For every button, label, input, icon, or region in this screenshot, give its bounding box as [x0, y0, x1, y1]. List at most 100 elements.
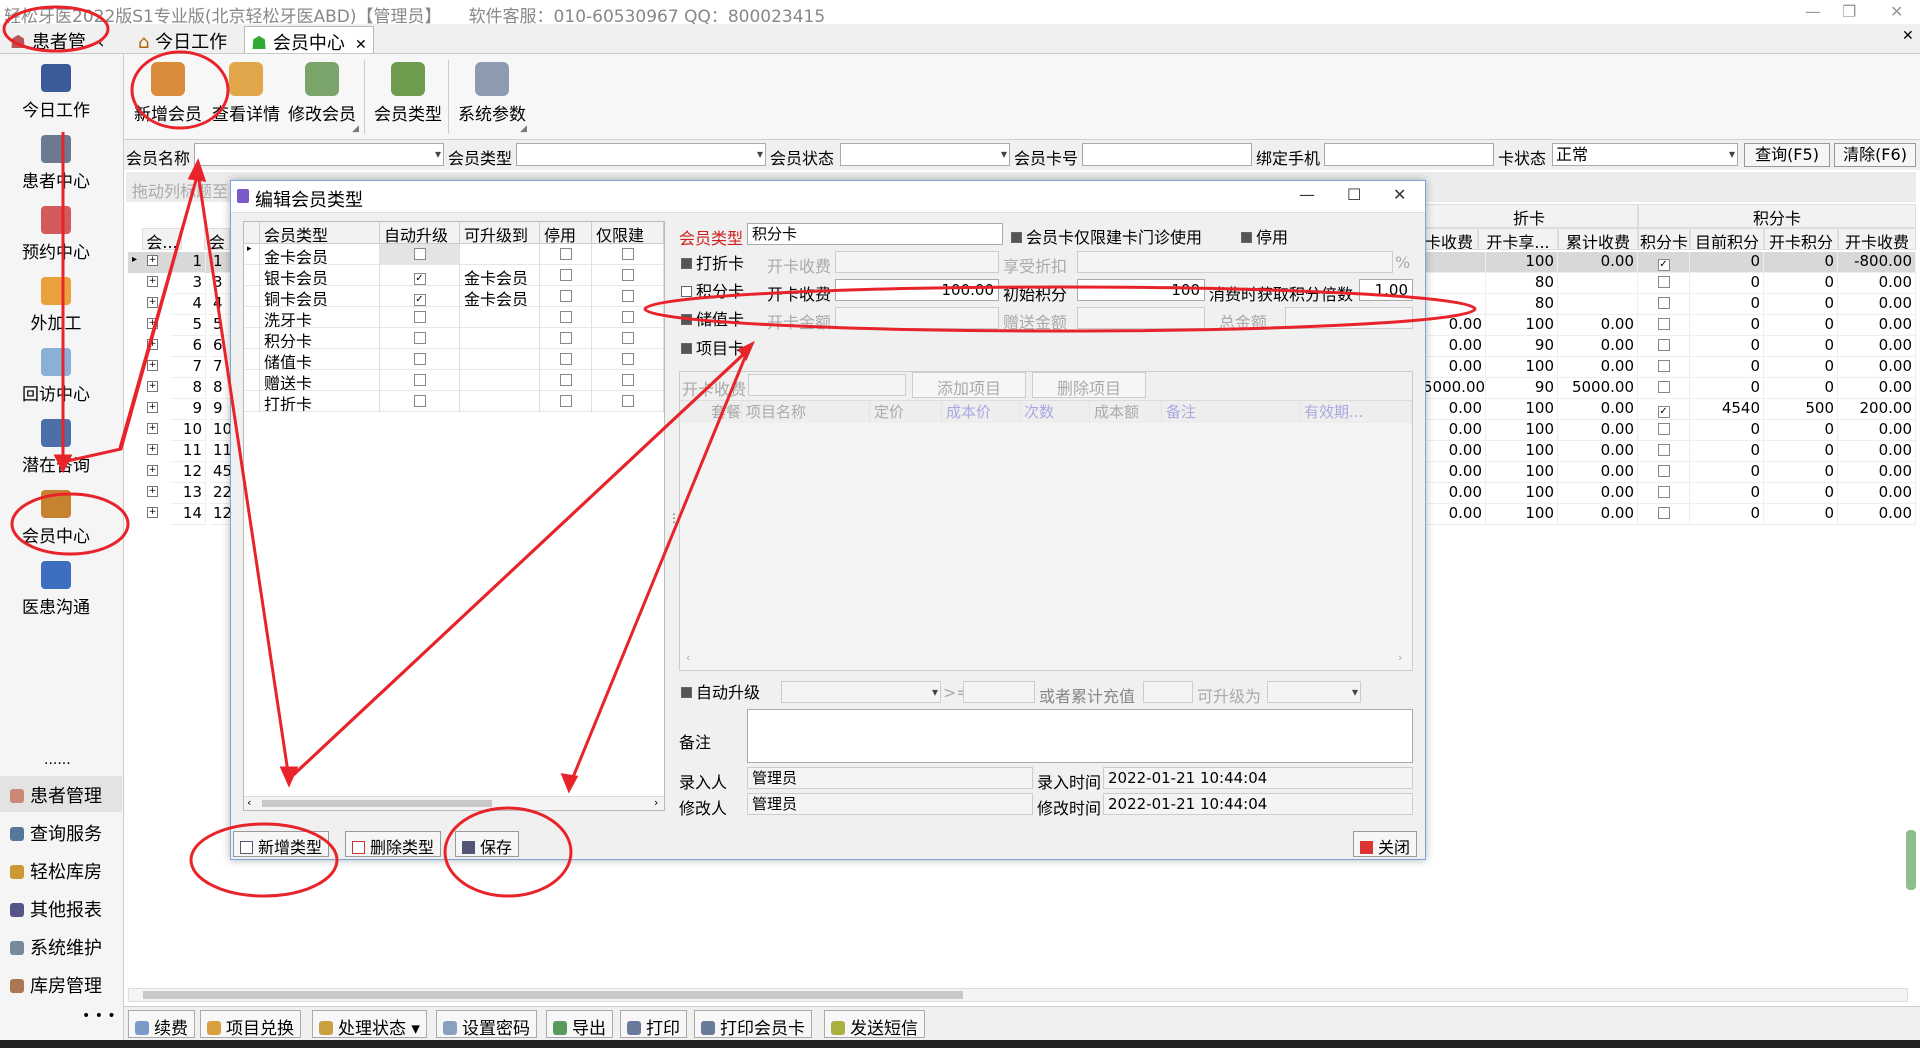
- column-header[interactable]: 卡收费: [1420, 228, 1478, 250]
- upgrade-condition-select[interactable]: [781, 681, 941, 703]
- member-type-select[interactable]: [516, 143, 766, 166]
- table-row[interactable]: 铜卡会员 ✓ 金卡会员: [244, 286, 664, 307]
- delete-item-button[interactable]: 删除项目: [1032, 372, 1146, 398]
- clear-button[interactable]: 清除(F6): [1834, 143, 1916, 167]
- close-dialog-icon[interactable]: ✕: [1393, 185, 1406, 204]
- checkbox-icon[interactable]: [1657, 276, 1670, 288]
- item-column-header[interactable]: 套餐: [680, 401, 742, 423]
- group-expand-icon[interactable]: ◢: [520, 124, 527, 134]
- checkbox-icon[interactable]: [1657, 339, 1670, 351]
- open-amount-input[interactable]: [835, 307, 999, 329]
- view-details-button[interactable]: 查看详情: [212, 62, 280, 125]
- checkbox-icon[interactable]: [1657, 318, 1670, 330]
- column-header[interactable]: 停用: [540, 222, 592, 244]
- member-type-name-input[interactable]: 积分卡: [747, 223, 1003, 245]
- restore-icon[interactable]: ❐: [1842, 2, 1856, 21]
- table-row[interactable]: 洗牙卡: [244, 307, 664, 328]
- checkbox-icon[interactable]: [559, 395, 572, 407]
- column-header[interactable]: 开卡收费: [1838, 228, 1916, 250]
- expand-icon[interactable]: +: [147, 318, 158, 329]
- sidebar-toggle[interactable]: ☗ 患者管 ‹: [4, 26, 111, 53]
- checkbox-icon[interactable]: [559, 269, 572, 281]
- checkbox-icon[interactable]: [1657, 444, 1670, 456]
- note-textarea[interactable]: [747, 709, 1413, 763]
- item-column-header[interactable]: 定价: [870, 401, 942, 423]
- redeem-items-button[interactable]: 项目兑换: [200, 1010, 301, 1039]
- item-column-header[interactable]: 备注: [1162, 401, 1300, 423]
- expand-icon[interactable]: +: [147, 381, 158, 392]
- renew-button[interactable]: 续费: [128, 1010, 195, 1039]
- send-sms-button[interactable]: 发送短信: [824, 1010, 925, 1039]
- print-button[interactable]: 打印: [620, 1010, 687, 1039]
- checkbox-icon[interactable]: [559, 248, 572, 260]
- checkbox-icon[interactable]: ✓: [413, 294, 426, 306]
- item-column-header[interactable]: 成本额: [1090, 401, 1162, 423]
- column-header[interactable]: 可升级到: [460, 222, 540, 244]
- sidebar-item-today-work[interactable]: 今日工作: [0, 64, 112, 121]
- expand-icon[interactable]: +: [147, 255, 158, 266]
- card-status-select[interactable]: 正常: [1552, 143, 1738, 166]
- discount-card-checkbox[interactable]: 打折卡: [681, 250, 744, 274]
- expand-icon[interactable]: +: [147, 276, 158, 287]
- item-column-header[interactable]: 成本价: [942, 401, 1020, 423]
- checkbox-icon[interactable]: [1657, 486, 1670, 498]
- points-open-fee-input[interactable]: 100.00: [835, 279, 999, 301]
- column-header[interactable]: 累计收费: [1558, 228, 1638, 250]
- close-window-icon[interactable]: ✕: [1890, 2, 1903, 21]
- process-status-dropdown[interactable]: 处理状态 ▾: [312, 1010, 427, 1039]
- column-header[interactable]: 目前积分: [1690, 228, 1764, 250]
- column-header[interactable]: 开卡积分: [1764, 228, 1838, 250]
- member-status-select[interactable]: [840, 143, 1010, 166]
- expand-icon[interactable]: +: [147, 339, 158, 350]
- group-warehouse-management[interactable]: 库房管理: [0, 966, 122, 1002]
- dialog-title-bar[interactable]: 编辑会员类型 — ☐ ✕: [231, 181, 1425, 213]
- checkbox-icon[interactable]: [621, 248, 634, 260]
- checkbox-icon[interactable]: [413, 332, 426, 344]
- item-column-header[interactable]: 次数: [1020, 401, 1090, 423]
- checkbox-icon[interactable]: [1657, 423, 1670, 435]
- gift-amount-input[interactable]: [1077, 307, 1205, 329]
- horizontal-scrollbar[interactable]: ‹ ›: [244, 796, 664, 810]
- expand-icon[interactable]: +: [147, 297, 158, 308]
- group-other-reports[interactable]: 其他报表: [0, 890, 122, 926]
- checkbox-icon[interactable]: [1657, 360, 1670, 372]
- member-name-input[interactable]: [194, 143, 444, 166]
- checkbox-icon[interactable]: [621, 353, 634, 365]
- member-type-button[interactable]: 会员类型: [374, 62, 442, 125]
- discount-open-fee-input[interactable]: [835, 251, 999, 273]
- checkbox-icon[interactable]: [621, 290, 634, 302]
- upgrade-to-select[interactable]: [1267, 681, 1361, 703]
- item-column-header[interactable]: 项目名称: [742, 401, 870, 423]
- expand-icon[interactable]: +: [147, 360, 158, 371]
- checkbox-icon[interactable]: [621, 374, 634, 386]
- expand-icon[interactable]: +: [147, 444, 158, 455]
- tab-today-work[interactable]: ⌂ 今日工作: [132, 26, 233, 53]
- checkbox-icon[interactable]: [559, 311, 572, 323]
- table-row[interactable]: 银卡会员 ✓ 金卡会员: [244, 265, 664, 286]
- checkbox-icon[interactable]: [559, 374, 572, 386]
- column-header[interactable]: 自动升级: [380, 222, 460, 244]
- sidebar-item-followup[interactable]: 回访中心: [0, 348, 112, 405]
- delete-type-button[interactable]: 删除类型: [345, 831, 442, 857]
- init-points-input[interactable]: 100: [1077, 279, 1205, 301]
- add-member-button[interactable]: 新增会员: [134, 62, 202, 125]
- checkbox-icon[interactable]: [559, 353, 572, 365]
- checkbox-icon[interactable]: [621, 395, 634, 407]
- column-header[interactable]: 积分卡: [1638, 228, 1690, 250]
- minimize-icon[interactable]: —: [1299, 185, 1315, 204]
- checkbox-icon[interactable]: [1657, 381, 1670, 393]
- sidebar-item-patient-center[interactable]: 患者中心: [0, 135, 112, 192]
- auto-upgrade-checkbox[interactable]: 自动升级: [681, 679, 760, 703]
- card-no-input[interactable]: [1082, 143, 1252, 166]
- expand-icon[interactable]: +: [147, 402, 158, 413]
- group-expand-icon[interactable]: ◢: [352, 124, 359, 134]
- column-header[interactable]: 会: [204, 228, 230, 250]
- points-multiplier-input[interactable]: 1.00: [1359, 279, 1413, 301]
- close-all-tabs-icon[interactable]: ✕: [1902, 28, 1914, 44]
- tab-member-center[interactable]: ☗ 会员中心 ✕: [244, 26, 374, 54]
- expand-icon[interactable]: +: [147, 486, 158, 497]
- table-row[interactable]: ▸ 金卡会员: [244, 244, 664, 265]
- more-icon[interactable]: • • •: [82, 1008, 116, 1024]
- query-button[interactable]: 查询(F5): [1744, 143, 1830, 167]
- close-tab-icon[interactable]: ✕: [351, 37, 367, 53]
